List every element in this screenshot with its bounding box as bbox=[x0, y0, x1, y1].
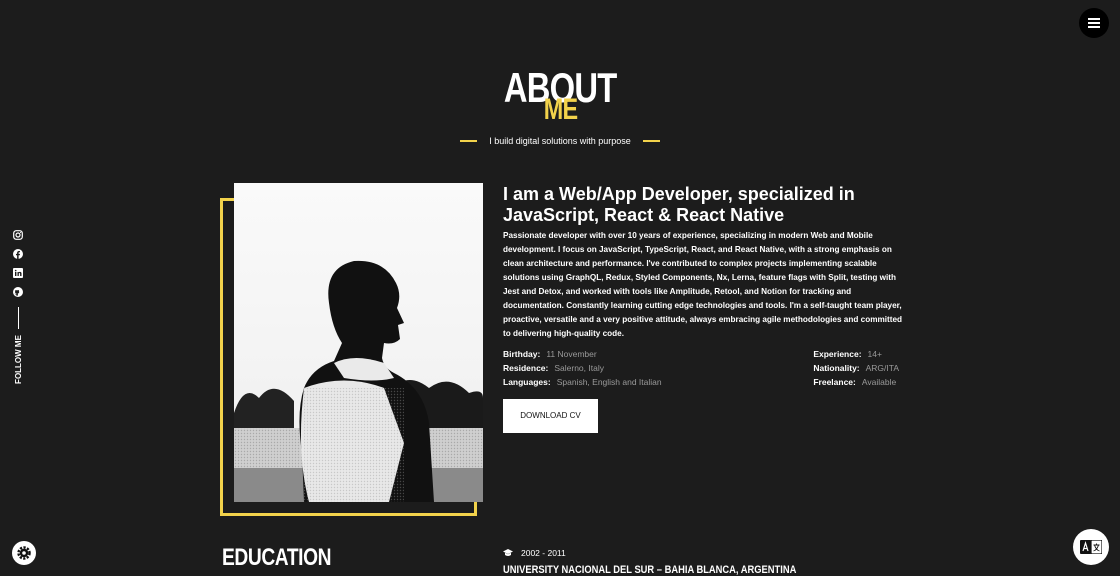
about-content: I am a Web/App Developer, specialized in… bbox=[503, 184, 903, 433]
info-grid: Birthday: 11 November Residence: Salerno, … bbox=[503, 349, 899, 388]
section-heading: ABOUT ME bbox=[0, 66, 1120, 126]
education-years-row: 2002 - 2011 bbox=[503, 548, 848, 558]
info-value: Available bbox=[861, 377, 897, 387]
info-row-languages: Languages: Spanish, English and Italian bbox=[503, 377, 662, 388]
github-icon[interactable] bbox=[13, 286, 24, 297]
social-rail: FOLLOW ME bbox=[11, 229, 25, 384]
facebook-icon[interactable] bbox=[13, 248, 24, 259]
graduation-cap-icon bbox=[503, 549, 513, 556]
info-value: Spanish, English and Italian bbox=[556, 377, 662, 387]
education-school-name: UNIVERSITY NACIONAL DEL SUR bbox=[503, 564, 655, 576]
education-separator: – bbox=[656, 564, 665, 576]
follow-divider bbox=[17, 307, 19, 329]
tagline: I build digital solutions with purpose bbox=[0, 136, 1120, 146]
about-headline: I am a Web/App Developer, specialized in… bbox=[503, 184, 855, 225]
info-row-experience: Experience: 14+ bbox=[813, 349, 899, 360]
tagline-text: I build digital solutions with purpose bbox=[489, 136, 631, 146]
about-bio: Passionate developer with over 10 years … bbox=[503, 231, 903, 338]
settings-button[interactable] bbox=[12, 541, 36, 565]
follow-label: FOLLOW ME bbox=[13, 335, 23, 384]
info-row-nationality: Nationality: ARG/ITA bbox=[813, 363, 899, 374]
info-label: Residence: bbox=[503, 363, 549, 373]
info-value: 14+ bbox=[867, 349, 882, 359]
page-subtitle: ME bbox=[543, 93, 577, 126]
info-label: Birthday: bbox=[503, 349, 541, 359]
education-title: EDUCATION bbox=[222, 544, 332, 571]
tagline-dash-left bbox=[460, 140, 478, 142]
instagram-icon[interactable] bbox=[13, 229, 24, 240]
info-value: Salerno, Italy bbox=[554, 363, 604, 373]
info-label: Languages: bbox=[503, 377, 551, 387]
education-location: BAHIA BLANCA, ARGENTINA bbox=[664, 564, 797, 576]
info-row-residence: Residence: Salerno, Italy bbox=[503, 363, 662, 374]
info-label: Experience: bbox=[813, 349, 862, 359]
tagline-dash-right bbox=[642, 140, 660, 142]
info-label: Freelance: bbox=[813, 377, 856, 387]
education-school: UNIVERSITY NACIONAL DEL SUR – BAHIA BLAN… bbox=[503, 564, 796, 576]
download-cv-button[interactable]: DOWNLOAD CV bbox=[503, 399, 598, 433]
profile-photo bbox=[234, 183, 483, 502]
info-row-birthday: Birthday: 11 November bbox=[503, 349, 662, 360]
info-row-freelance: Freelance: Available bbox=[813, 377, 899, 388]
education-years: 2002 - 2011 bbox=[521, 548, 566, 558]
language-button[interactable] bbox=[1073, 529, 1109, 565]
linkedin-icon[interactable] bbox=[13, 267, 24, 278]
gear-icon bbox=[17, 546, 31, 560]
hamburger-icon bbox=[1088, 18, 1100, 28]
info-label: Nationality: bbox=[813, 363, 860, 373]
info-value: ARG/ITA bbox=[865, 363, 899, 373]
info-right: Experience: 14+ Nationality: ARG/ITA Freel… bbox=[813, 349, 899, 388]
translate-icon bbox=[1080, 540, 1102, 554]
info-left: Birthday: 11 November Residence: Salerno, … bbox=[503, 349, 662, 388]
menu-button[interactable] bbox=[1079, 8, 1109, 38]
info-value: 11 November bbox=[546, 349, 597, 359]
education-entry: 2002 - 2011 UNIVERSITY NACIONAL DEL SUR … bbox=[503, 548, 848, 576]
